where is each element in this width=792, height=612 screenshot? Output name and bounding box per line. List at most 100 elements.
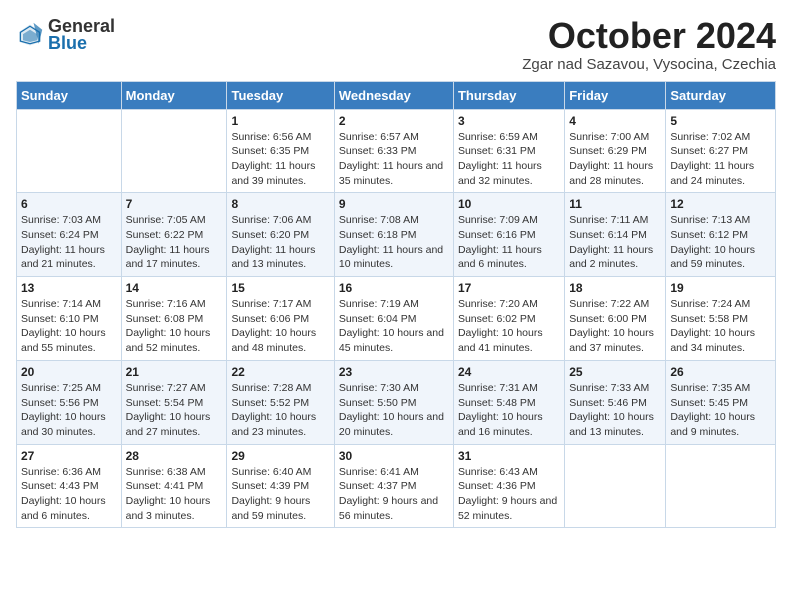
day-number: 26	[670, 365, 771, 379]
day-number: 9	[339, 197, 449, 211]
day-number: 17	[458, 281, 560, 295]
day-cell: 17 Sunrise: 7:20 AM Sunset: 6:02 PM Dayli…	[453, 277, 564, 361]
day-number: 6	[21, 197, 117, 211]
day-cell: 24 Sunrise: 7:31 AM Sunset: 5:48 PM Dayli…	[453, 360, 564, 444]
day-cell: 20 Sunrise: 7:25 AM Sunset: 5:56 PM Dayli…	[17, 360, 122, 444]
day-info: Sunrise: 7:25 AM Sunset: 5:56 PM Dayligh…	[21, 381, 117, 440]
day-cell: 2 Sunrise: 6:57 AM Sunset: 6:33 PM Daylig…	[334, 109, 453, 193]
day-cell: 12Sunrise: 7:13 AM Sunset: 6:12 PM Dayli…	[666, 193, 776, 277]
day-number: 27	[21, 449, 117, 463]
day-cell	[666, 444, 776, 528]
calendar-table: SundayMondayTuesdayWednesdayThursdayFrid…	[16, 81, 776, 529]
day-number: 16	[339, 281, 449, 295]
day-number: 11	[569, 197, 661, 211]
day-info: Sunrise: 7:28 AM Sunset: 5:52 PM Dayligh…	[231, 381, 329, 440]
day-cell	[17, 109, 122, 193]
day-info: Sunrise: 7:22 AM Sunset: 6:00 PM Dayligh…	[569, 297, 661, 356]
day-number: 2	[339, 114, 449, 128]
day-number: 28	[126, 449, 223, 463]
day-cell: 3 Sunrise: 6:59 AM Sunset: 6:31 PM Daylig…	[453, 109, 564, 193]
day-info: Sunrise: 7:30 AM Sunset: 5:50 PM Dayligh…	[339, 381, 449, 440]
day-cell: 23Sunrise: 7:30 AM Sunset: 5:50 PM Dayli…	[334, 360, 453, 444]
day-cell: 1 Sunrise: 6:56 AM Sunset: 6:35 PM Daylig…	[227, 109, 334, 193]
day-cell: 10 Sunrise: 7:09 AM Sunset: 6:16 PM Dayli…	[453, 193, 564, 277]
day-header-monday: Monday	[121, 81, 227, 109]
day-cell: 16Sunrise: 7:19 AM Sunset: 6:04 PM Dayli…	[334, 277, 453, 361]
day-cell: 27 Sunrise: 6:36 AM Sunset: 4:43 PM Dayli…	[17, 444, 122, 528]
day-number: 1	[231, 114, 329, 128]
day-cell: 31 Sunrise: 6:43 AM Sunset: 4:36 PM Dayli…	[453, 444, 564, 528]
day-info: Sunrise: 7:16 AM Sunset: 6:08 PM Dayligh…	[126, 297, 223, 356]
day-cell: 4 Sunrise: 7:00 AM Sunset: 6:29 PM Daylig…	[565, 109, 666, 193]
day-info: Sunrise: 7:31 AM Sunset: 5:48 PM Dayligh…	[458, 381, 560, 440]
day-header-friday: Friday	[565, 81, 666, 109]
week-row-2: 6 Sunrise: 7:03 AM Sunset: 6:24 PM Daylig…	[17, 193, 776, 277]
month-title: October 2024	[522, 16, 776, 56]
day-cell: 21Sunrise: 7:27 AM Sunset: 5:54 PM Dayli…	[121, 360, 227, 444]
day-cell: 29Sunrise: 6:40 AM Sunset: 4:39 PM Dayli…	[227, 444, 334, 528]
day-cell: 7 Sunrise: 7:05 AM Sunset: 6:22 PM Daylig…	[121, 193, 227, 277]
day-cell: 9 Sunrise: 7:08 AM Sunset: 6:18 PM Daylig…	[334, 193, 453, 277]
day-info: Sunrise: 7:20 AM Sunset: 6:02 PM Dayligh…	[458, 297, 560, 356]
day-header-wednesday: Wednesday	[334, 81, 453, 109]
logo-text: General Blue	[48, 16, 115, 54]
day-cell: 22 Sunrise: 7:28 AM Sunset: 5:52 PM Dayli…	[227, 360, 334, 444]
day-cell: 26 Sunrise: 7:35 AM Sunset: 5:45 PM Dayli…	[666, 360, 776, 444]
day-info: Sunrise: 6:56 AM Sunset: 6:35 PM Dayligh…	[231, 130, 329, 189]
day-info: Sunrise: 6:57 AM Sunset: 6:33 PM Dayligh…	[339, 130, 449, 189]
day-info: Sunrise: 7:06 AM Sunset: 6:20 PM Dayligh…	[231, 213, 329, 272]
day-number: 31	[458, 449, 560, 463]
day-info: Sunrise: 7:05 AM Sunset: 6:22 PM Dayligh…	[126, 213, 223, 272]
day-cell: 5 Sunrise: 7:02 AM Sunset: 6:27 PM Daylig…	[666, 109, 776, 193]
logo-icon	[16, 21, 44, 49]
page-header: General Blue October 2024 Zgar nad Sazav…	[16, 16, 776, 73]
day-info: Sunrise: 7:02 AM Sunset: 6:27 PM Dayligh…	[670, 130, 771, 189]
day-number: 22	[231, 365, 329, 379]
day-number: 30	[339, 449, 449, 463]
day-info: Sunrise: 6:36 AM Sunset: 4:43 PM Dayligh…	[21, 465, 117, 524]
day-number: 10	[458, 197, 560, 211]
day-number: 15	[231, 281, 329, 295]
day-info: Sunrise: 7:03 AM Sunset: 6:24 PM Dayligh…	[21, 213, 117, 272]
day-number: 5	[670, 114, 771, 128]
day-header-tuesday: Tuesday	[227, 81, 334, 109]
day-number: 20	[21, 365, 117, 379]
day-number: 19	[670, 281, 771, 295]
day-number: 29	[231, 449, 329, 463]
logo: General Blue	[16, 16, 115, 54]
day-info: Sunrise: 7:00 AM Sunset: 6:29 PM Dayligh…	[569, 130, 661, 189]
day-header-thursday: Thursday	[453, 81, 564, 109]
day-info: Sunrise: 7:17 AM Sunset: 6:06 PM Dayligh…	[231, 297, 329, 356]
title-block: October 2024 Zgar nad Sazavou, Vysocina,…	[522, 16, 776, 73]
week-row-1: 1 Sunrise: 6:56 AM Sunset: 6:35 PM Daylig…	[17, 109, 776, 193]
day-info: Sunrise: 7:13 AM Sunset: 6:12 PM Dayligh…	[670, 213, 771, 272]
day-info: Sunrise: 7:09 AM Sunset: 6:16 PM Dayligh…	[458, 213, 560, 272]
day-cell	[121, 109, 227, 193]
day-info: Sunrise: 7:27 AM Sunset: 5:54 PM Dayligh…	[126, 381, 223, 440]
day-cell	[565, 444, 666, 528]
day-cell: 25Sunrise: 7:33 AM Sunset: 5:46 PM Dayli…	[565, 360, 666, 444]
day-number: 7	[126, 197, 223, 211]
day-cell: 18 Sunrise: 7:22 AM Sunset: 6:00 PM Dayli…	[565, 277, 666, 361]
day-number: 3	[458, 114, 560, 128]
day-info: Sunrise: 7:35 AM Sunset: 5:45 PM Dayligh…	[670, 381, 771, 440]
location-subtitle: Zgar nad Sazavou, Vysocina, Czechia	[522, 56, 776, 73]
day-cell: 30 Sunrise: 6:41 AM Sunset: 4:37 PM Dayli…	[334, 444, 453, 528]
day-cell: 8 Sunrise: 7:06 AM Sunset: 6:20 PM Daylig…	[227, 193, 334, 277]
week-row-3: 13Sunrise: 7:14 AM Sunset: 6:10 PM Dayli…	[17, 277, 776, 361]
week-row-5: 27 Sunrise: 6:36 AM Sunset: 4:43 PM Dayli…	[17, 444, 776, 528]
day-number: 4	[569, 114, 661, 128]
day-info: Sunrise: 6:43 AM Sunset: 4:36 PM Dayligh…	[458, 465, 560, 524]
day-cell: 6 Sunrise: 7:03 AM Sunset: 6:24 PM Daylig…	[17, 193, 122, 277]
day-info: Sunrise: 6:41 AM Sunset: 4:37 PM Dayligh…	[339, 465, 449, 524]
day-info: Sunrise: 7:08 AM Sunset: 6:18 PM Dayligh…	[339, 213, 449, 272]
day-number: 24	[458, 365, 560, 379]
day-cell: 14 Sunrise: 7:16 AM Sunset: 6:08 PM Dayli…	[121, 277, 227, 361]
day-cell: 15 Sunrise: 7:17 AM Sunset: 6:06 PM Dayli…	[227, 277, 334, 361]
day-cell: 11Sunrise: 7:11 AM Sunset: 6:14 PM Dayli…	[565, 193, 666, 277]
day-number: 8	[231, 197, 329, 211]
day-info: Sunrise: 7:33 AM Sunset: 5:46 PM Dayligh…	[569, 381, 661, 440]
day-number: 18	[569, 281, 661, 295]
day-number: 14	[126, 281, 223, 295]
day-info: Sunrise: 6:59 AM Sunset: 6:31 PM Dayligh…	[458, 130, 560, 189]
